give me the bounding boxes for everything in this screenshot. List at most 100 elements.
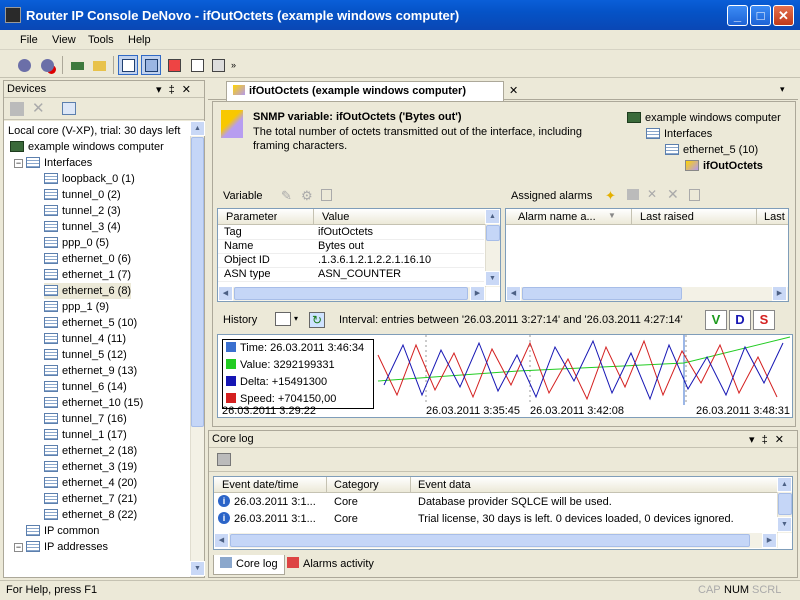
menu-tools[interactable]: Tools <box>88 34 114 46</box>
chart-icon[interactable] <box>187 55 207 75</box>
alarm-properties-icon[interactable] <box>627 189 639 200</box>
col-value[interactable]: Value <box>322 211 349 223</box>
settings-icon[interactable]: ⚙ <box>301 188 313 204</box>
core-log-vscroll[interactable]: ▲ ▼ <box>777 477 792 533</box>
tree-interface-item[interactable]: ethernet_10 (15) <box>44 395 143 411</box>
variable-vscroll[interactable]: ▲ ▼ <box>485 209 500 287</box>
tree-interface-item[interactable]: tunnel_1 (17) <box>44 427 127 443</box>
tab-close-icon[interactable]: ✕ <box>509 82 518 100</box>
tree-interface-item[interactable]: loopback_0 (1) <box>44 171 135 187</box>
menu-help[interactable]: Help <box>128 34 151 46</box>
col-last[interactable]: Last <box>764 211 786 223</box>
alarms-hscroll[interactable]: ◀ ▶ <box>506 286 788 301</box>
variable-hscroll[interactable]: ◀ ▶ <box>218 286 486 301</box>
copy-alarm-icon[interactable] <box>689 189 700 201</box>
tree-interface-item[interactable]: tunnel_3 (4) <box>44 219 121 235</box>
scroll-left-icon[interactable]: ◀ <box>506 286 521 301</box>
alarms-icon[interactable] <box>164 55 184 75</box>
scroll-up-icon[interactable]: ▲ <box>777 477 792 492</box>
tree-computer[interactable]: example windows computer <box>10 139 164 155</box>
tree-interface-item[interactable]: tunnel_7 (16) <box>44 411 127 427</box>
toggle-delta-button[interactable]: D <box>729 310 751 330</box>
collapse-icon[interactable]: − <box>14 543 23 552</box>
path-interface[interactable]: ethernet_5 (10) <box>665 142 758 158</box>
tree-interface-item[interactable]: ethernet_5 (10) <box>44 315 137 331</box>
tree-interface-item[interactable]: tunnel_6 (14) <box>44 379 127 395</box>
tree-interface-item[interactable]: ethernet_4 (20) <box>44 475 137 491</box>
edit-icon[interactable]: ✎ <box>281 188 292 204</box>
connect-icon[interactable] <box>14 55 34 75</box>
path-variable[interactable]: ifOutOctets <box>685 158 763 174</box>
tab-core-log[interactable]: Core log <box>213 555 285 575</box>
toolbar-overflow-icon[interactable]: » <box>231 60 236 70</box>
scroll-thumb[interactable] <box>486 225 500 241</box>
chart-type-icon[interactable] <box>275 312 291 326</box>
devices-scrollbar[interactable]: ▲ ▼ <box>190 121 205 577</box>
scroll-right-icon[interactable]: ▶ <box>470 286 485 301</box>
export-icon[interactable] <box>208 55 228 75</box>
path-interfaces[interactable]: Interfaces <box>646 126 712 142</box>
layout-icon[interactable] <box>118 55 138 75</box>
scroll-thumb[interactable] <box>522 287 682 300</box>
tree-ip-addresses[interactable]: − IP addresses <box>14 539 108 555</box>
tree-interface-item[interactable]: ethernet_3 (19) <box>44 459 137 475</box>
toggle-speed-button[interactable]: S <box>753 310 775 330</box>
variable-row[interactable]: Tag ifOutOctets <box>218 226 484 240</box>
core-log-hscroll[interactable]: ◀ ▶ <box>214 533 778 548</box>
col-event-date[interactable]: Event date/time <box>222 479 298 491</box>
scroll-up-icon[interactable]: ▲ <box>485 209 500 224</box>
scroll-right-icon[interactable]: ▶ <box>772 286 787 301</box>
scroll-up-icon[interactable]: ▲ <box>190 121 205 136</box>
tree-interface-item[interactable]: ethernet_7 (21) <box>44 491 137 507</box>
col-parameter[interactable]: Parameter <box>226 211 277 223</box>
tree-interface-item[interactable]: ethernet_9 (13) <box>44 363 137 379</box>
col-alarm-name[interactable]: Alarm name a... <box>518 211 596 223</box>
scroll-down-icon[interactable]: ▼ <box>190 561 205 576</box>
disconnect-icon[interactable] <box>37 55 57 75</box>
tree-core[interactable]: Local core (V-XP), trial: 30 days left <box>8 123 180 139</box>
maximize-button[interactable]: □ <box>750 5 771 26</box>
tree-ip-common[interactable]: IP common <box>14 523 99 539</box>
scroll-thumb[interactable] <box>234 287 468 300</box>
open-folder-icon[interactable] <box>89 55 109 75</box>
path-computer[interactable]: example windows computer <box>627 110 781 126</box>
tree-interface-item[interactable]: ethernet_0 (6) <box>44 251 131 267</box>
scroll-left-icon[interactable]: ◀ <box>218 286 233 301</box>
col-event-data[interactable]: Event data <box>418 479 471 491</box>
scroll-down-icon[interactable]: ▼ <box>485 271 500 286</box>
view-details-icon[interactable] <box>141 55 161 75</box>
history-chart[interactable]: Time: 26.03.2011 3:46:34 Value: 32921993… <box>217 334 793 418</box>
tree-interface-item[interactable]: tunnel_2 (3) <box>44 203 121 219</box>
tree-interface-item[interactable]: ethernet_6 (8) <box>44 283 132 299</box>
table-icon[interactable] <box>62 102 76 115</box>
scroll-thumb[interactable] <box>191 137 204 427</box>
delete-alarm-icon[interactable]: ✕ <box>667 186 679 203</box>
tree-interface-item[interactable]: tunnel_4 (11) <box>44 331 126 347</box>
scroll-thumb[interactable] <box>778 493 792 515</box>
scroll-left-icon[interactable]: ◀ <box>214 533 229 548</box>
minimize-button[interactable]: _ <box>727 5 748 26</box>
panel-controls-icon[interactable]: ▾ ‡ ✕ <box>156 83 193 96</box>
variable-row[interactable]: Name Bytes out <box>218 240 484 254</box>
add-alarm-icon[interactable]: ✦ <box>605 188 616 204</box>
panel-controls-icon[interactable]: ▾ ‡ ✕ <box>749 433 786 446</box>
log-row[interactable]: i 26.03.2011 3:1... Core Trial license, 30 … <box>214 511 776 527</box>
variable-row[interactable]: Object ID .1.3.6.1.2.1.2.2.1.16.10 <box>218 254 484 268</box>
properties-icon[interactable] <box>10 102 24 116</box>
scroll-down-icon[interactable]: ▼ <box>777 517 792 532</box>
tab-alarms-activity[interactable]: Alarms activity <box>281 555 380 575</box>
tree-interface-item[interactable]: tunnel_5 (12) <box>44 347 127 363</box>
copy-icon[interactable] <box>321 189 332 201</box>
delete-icon[interactable]: ✕ <box>32 99 45 117</box>
scroll-right-icon[interactable]: ▶ <box>762 533 777 548</box>
refresh-icon[interactable]: ↻ <box>309 312 325 328</box>
tab-ifoutoctets[interactable]: ifOutOctets (example windows computer) ✕ <box>226 81 518 101</box>
tree-interfaces[interactable]: − Interfaces <box>14 155 92 171</box>
tree-interface-item[interactable]: ethernet_8 (22) <box>44 507 137 523</box>
scroll-thumb[interactable] <box>230 534 750 547</box>
tab-menu-icon[interactable]: ▾ <box>780 84 785 95</box>
toggle-value-button[interactable]: V <box>705 310 727 330</box>
menu-view[interactable]: View <box>52 34 76 46</box>
tree-interface-item[interactable]: ppp_0 (5) <box>44 235 109 251</box>
chart-type-dropdown-icon[interactable]: ▾ <box>294 314 298 323</box>
